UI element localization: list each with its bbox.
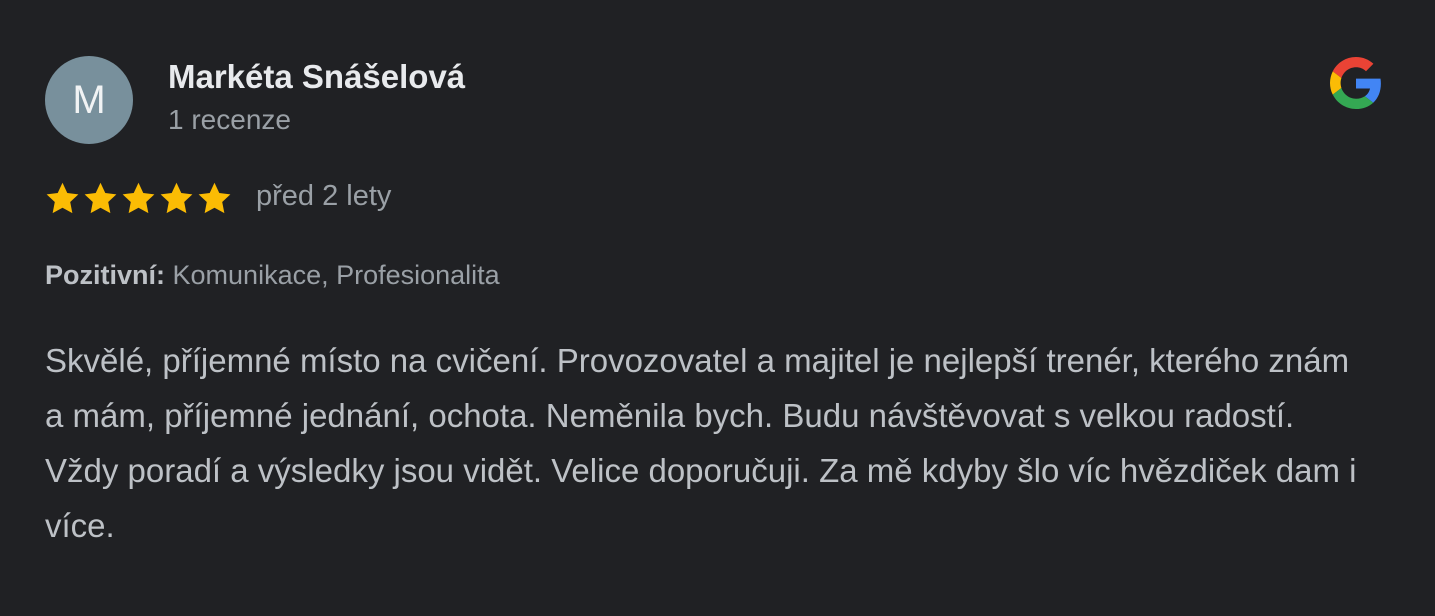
star-icon	[122, 182, 155, 214]
review-count: 1 recenze	[168, 104, 291, 135]
star-rating	[44, 180, 233, 217]
star-icon	[84, 182, 117, 214]
review-date: před 2 lety	[256, 180, 392, 212]
star-icon	[46, 182, 79, 214]
star-icon	[198, 182, 231, 214]
positives-line: Pozitivní: Komunikace, Profesionalita	[45, 260, 500, 291]
avatar[interactable]: M	[45, 56, 133, 144]
review-text: Skvělé, příjemné místo na cvičení. Provo…	[45, 342, 1357, 544]
star-icon	[160, 182, 193, 214]
avatar-initial: M	[72, 77, 106, 122]
positives-label: Pozitivní:	[45, 260, 165, 290]
positives-values: Komunikace, Profesionalita	[172, 260, 500, 290]
reviewer-name[interactable]: Markéta Snášelová	[168, 58, 465, 96]
google-g-icon	[1330, 57, 1381, 109]
review-card: M Markéta Snášelová 1 recenze před 2 let…	[0, 0, 1435, 616]
